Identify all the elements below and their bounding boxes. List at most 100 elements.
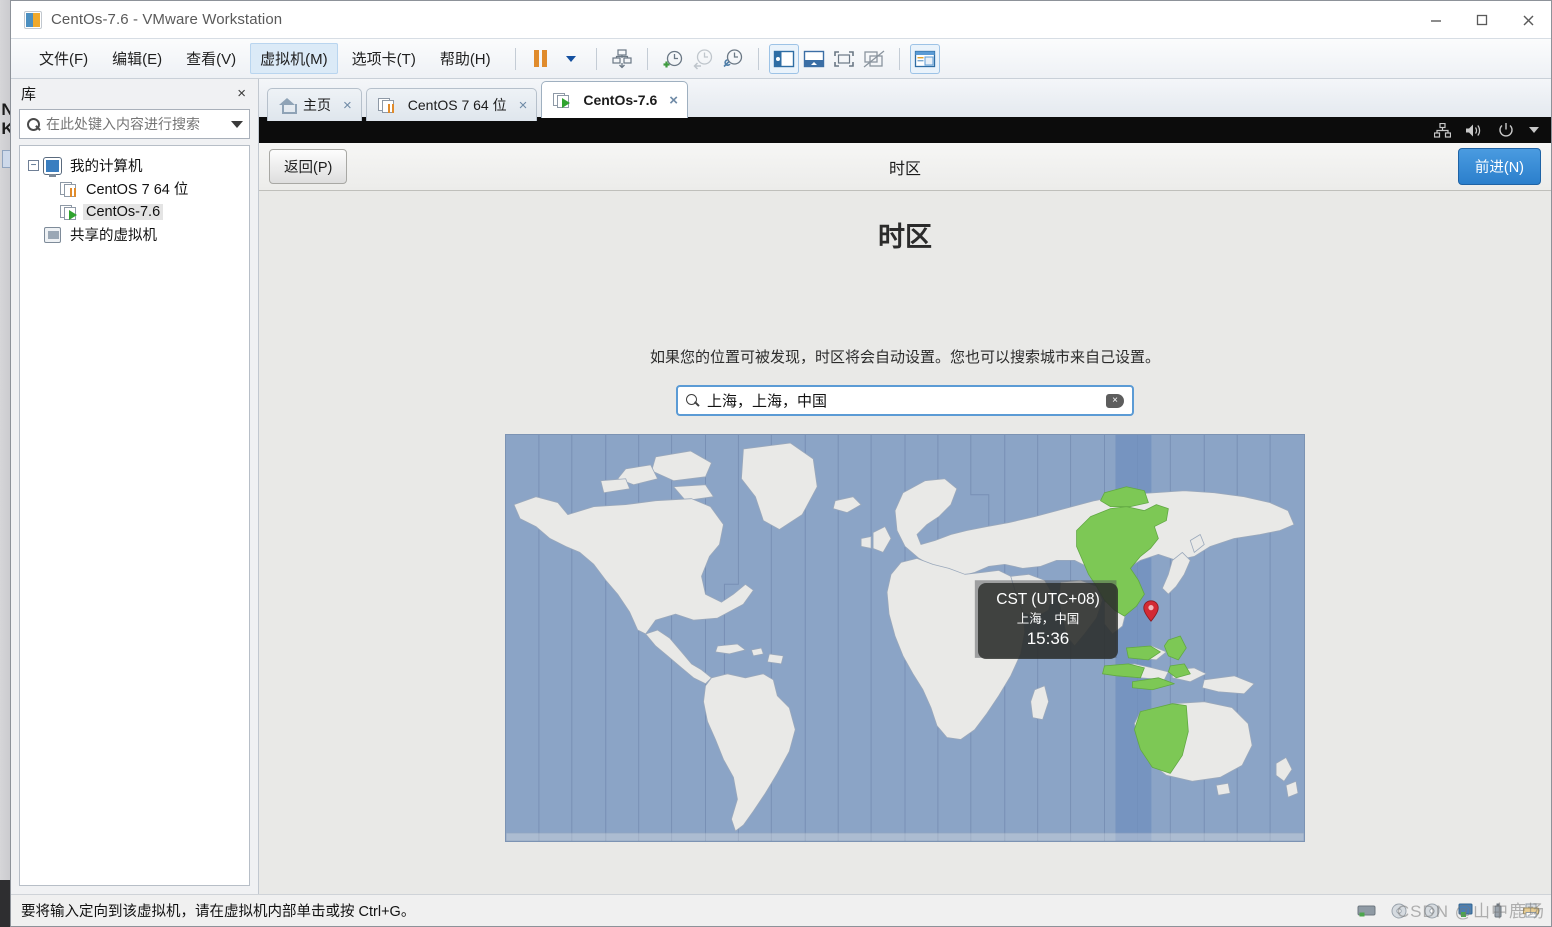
unity-mode-icon[interactable] xyxy=(859,44,889,74)
tree-item-label: 我的计算机 xyxy=(70,159,143,175)
title-bar: CentOs-7.6 - VMware Workstation xyxy=(11,1,1551,39)
home-icon xyxy=(279,97,297,114)
minimize-button[interactable] xyxy=(1413,1,1459,39)
network-adapter-icon[interactable] xyxy=(1455,903,1475,919)
menu-view[interactable]: 查看(V) xyxy=(176,43,246,74)
back-button[interactable]: 返回(P) xyxy=(269,149,348,184)
show-library-icon[interactable] xyxy=(768,43,799,74)
tree-item-my-computer[interactable]: − 我的计算机 xyxy=(24,154,245,177)
my-computer-icon xyxy=(44,157,61,177)
library-search-box[interactable] xyxy=(19,109,250,139)
tab-centos7-64[interactable]: CentOS 7 64 位 × xyxy=(365,88,538,121)
snapshot-take-icon[interactable] xyxy=(658,44,688,74)
tree-item-label: CentOs-7.6 xyxy=(83,203,164,220)
vm-paused-icon xyxy=(377,97,395,113)
maximize-button[interactable] xyxy=(1459,1,1505,39)
sound-icon[interactable] xyxy=(1465,122,1483,138)
show-thumbnails-icon[interactable] xyxy=(799,44,829,74)
search-input[interactable] xyxy=(46,116,227,132)
tree-item-centos7-64[interactable]: CentOS 7 64 位 xyxy=(24,177,245,200)
tree-item-centos-7-6[interactable]: CentOs-7.6 xyxy=(24,200,245,223)
desktop-background: NK CentOs-7.6 - VMware Workstation 文件(F) xyxy=(0,0,1552,927)
page-description: 如果您的位置可被发现，时区将会自动设置。您也可以搜索城市来自己设置。 xyxy=(649,349,1160,366)
toolbar-separator xyxy=(595,47,597,70)
anaconda-installer-screen: 返回(P) 时区 前进(N) 时区 如果您的位置可被发现，时区将会自动设置。您也… xyxy=(259,143,1551,894)
timezone-tooltip: CST (UTC+08) 上海，中国 15:36 xyxy=(978,583,1118,659)
menu-bar: 文件(F) 编辑(E) 查看(V) 虚拟机(M) 选项卡(T) 帮助(H) xyxy=(11,39,1551,79)
library-tree[interactable]: − 我的计算机 CentOS 7 64 位 CentOs-7.6 共享的虚拟机 xyxy=(19,145,250,886)
map-svg xyxy=(506,435,1304,841)
vm-running-icon xyxy=(60,204,77,220)
menu-file[interactable]: 文件(F) xyxy=(29,43,98,74)
power-icon[interactable] xyxy=(1497,122,1515,138)
tab-centos-7-6[interactable]: CentOs-7.6 × xyxy=(541,81,689,118)
shared-vms-icon xyxy=(44,226,61,243)
close-icon[interactable]: × xyxy=(343,97,352,114)
next-button[interactable]: 前进(N) xyxy=(1457,148,1541,185)
close-icon[interactable]: × xyxy=(233,85,250,102)
usb-icon[interactable] xyxy=(1488,903,1508,919)
toolbar-separator xyxy=(514,47,516,70)
vm-paused-icon xyxy=(60,181,77,197)
page-title: 时区 xyxy=(878,222,932,252)
tree-item-label: CentOS 7 64 位 xyxy=(86,182,189,198)
toolbar-separator xyxy=(646,47,648,70)
fullscreen-icon[interactable] xyxy=(829,44,859,74)
installer-header: 返回(P) 时区 前进(N) xyxy=(259,143,1551,191)
library-panel: 库 × − 我的计算机 xyxy=(11,79,259,894)
chevron-down-icon[interactable] xyxy=(1529,127,1539,133)
tooltip-city: 上海，中国 xyxy=(1016,612,1080,626)
chevron-down-icon[interactable] xyxy=(556,44,586,74)
toolbar-separator xyxy=(898,47,900,70)
world-timezone-map[interactable]: CST (UTC+08) 上海，中国 15:36 xyxy=(505,434,1305,842)
snapshot-manager-icon[interactable] xyxy=(718,44,748,74)
vmware-icon xyxy=(24,10,42,29)
close-icon[interactable]: × xyxy=(519,97,528,114)
search-icon xyxy=(686,393,700,408)
clear-icon[interactable]: × xyxy=(1106,393,1124,408)
menu-tabs[interactable]: 选项卡(T) xyxy=(342,43,426,74)
harddisk-icon[interactable] xyxy=(1356,903,1376,919)
library-header: 库 × xyxy=(11,79,258,107)
main-body: 库 × − 我的计算机 xyxy=(11,79,1551,894)
window-title: CentOs-7.6 - VMware Workstation xyxy=(51,11,283,28)
snapshot-revert-icon[interactable] xyxy=(688,44,718,74)
vmware-workstation-window: CentOs-7.6 - VMware Workstation 文件(F) 编辑… xyxy=(10,0,1552,927)
timezone-search-box[interactable]: × xyxy=(676,385,1134,416)
status-device-icons xyxy=(1356,903,1541,919)
printer-icon[interactable] xyxy=(1521,903,1541,919)
menu-help[interactable]: 帮助(H) xyxy=(430,43,501,74)
menu-edit[interactable]: 编辑(E) xyxy=(102,43,172,74)
window-controls xyxy=(1413,1,1551,39)
tab-label: CentOs-7.6 xyxy=(583,92,658,108)
pause-icon[interactable] xyxy=(526,44,556,74)
tooltip-time: 15:36 xyxy=(1026,629,1070,648)
timezone-search-input[interactable] xyxy=(707,392,1106,409)
tooltip-timezone: CST (UTC+08) xyxy=(996,591,1100,608)
installer-body: 时区 如果您的位置可被发现，时区将会自动设置。您也可以搜索城市来自己设置。 × xyxy=(259,191,1551,894)
network-icon[interactable] xyxy=(1433,122,1451,138)
collapse-icon[interactable]: − xyxy=(28,160,39,171)
tab-strip: 主页 × CentOS 7 64 位 × CentOs-7.6 × xyxy=(259,79,1551,121)
vm-running-icon xyxy=(553,92,571,108)
search-icon xyxy=(26,117,41,132)
cdrom-icon[interactable] xyxy=(1422,903,1442,919)
library-title: 库 xyxy=(21,85,37,103)
vm-pane: 主页 × CentOS 7 64 位 × CentOs-7.6 × 返回(P) … xyxy=(259,79,1551,894)
tree-item-shared-vms[interactable]: 共享的虚拟机 xyxy=(24,223,245,246)
close-button[interactable] xyxy=(1505,1,1551,39)
menu-virtual-machine[interactable]: 虚拟机(M) xyxy=(250,43,338,74)
installer-header-title: 时区 xyxy=(888,160,921,178)
send-ctrl-alt-del-icon[interactable] xyxy=(607,44,637,74)
chevron-down-icon[interactable] xyxy=(231,120,243,128)
tab-label: 主页 xyxy=(303,97,331,113)
tree-item-label: 共享的虚拟机 xyxy=(70,228,157,244)
toolbar-separator xyxy=(757,47,759,70)
close-icon[interactable]: × xyxy=(669,92,678,109)
tab-label: CentOS 7 64 位 xyxy=(407,97,507,113)
tab-home[interactable]: 主页 × xyxy=(267,88,362,121)
cdrom-icon[interactable] xyxy=(1389,903,1409,919)
status-bar: 要将输入定向到该虚拟机，请在虚拟机内部单击或按 Ctrl+G。 CSDN @山中… xyxy=(11,894,1551,926)
map-pin-icon[interactable] xyxy=(1143,600,1159,622)
console-view-icon[interactable] xyxy=(909,43,940,74)
